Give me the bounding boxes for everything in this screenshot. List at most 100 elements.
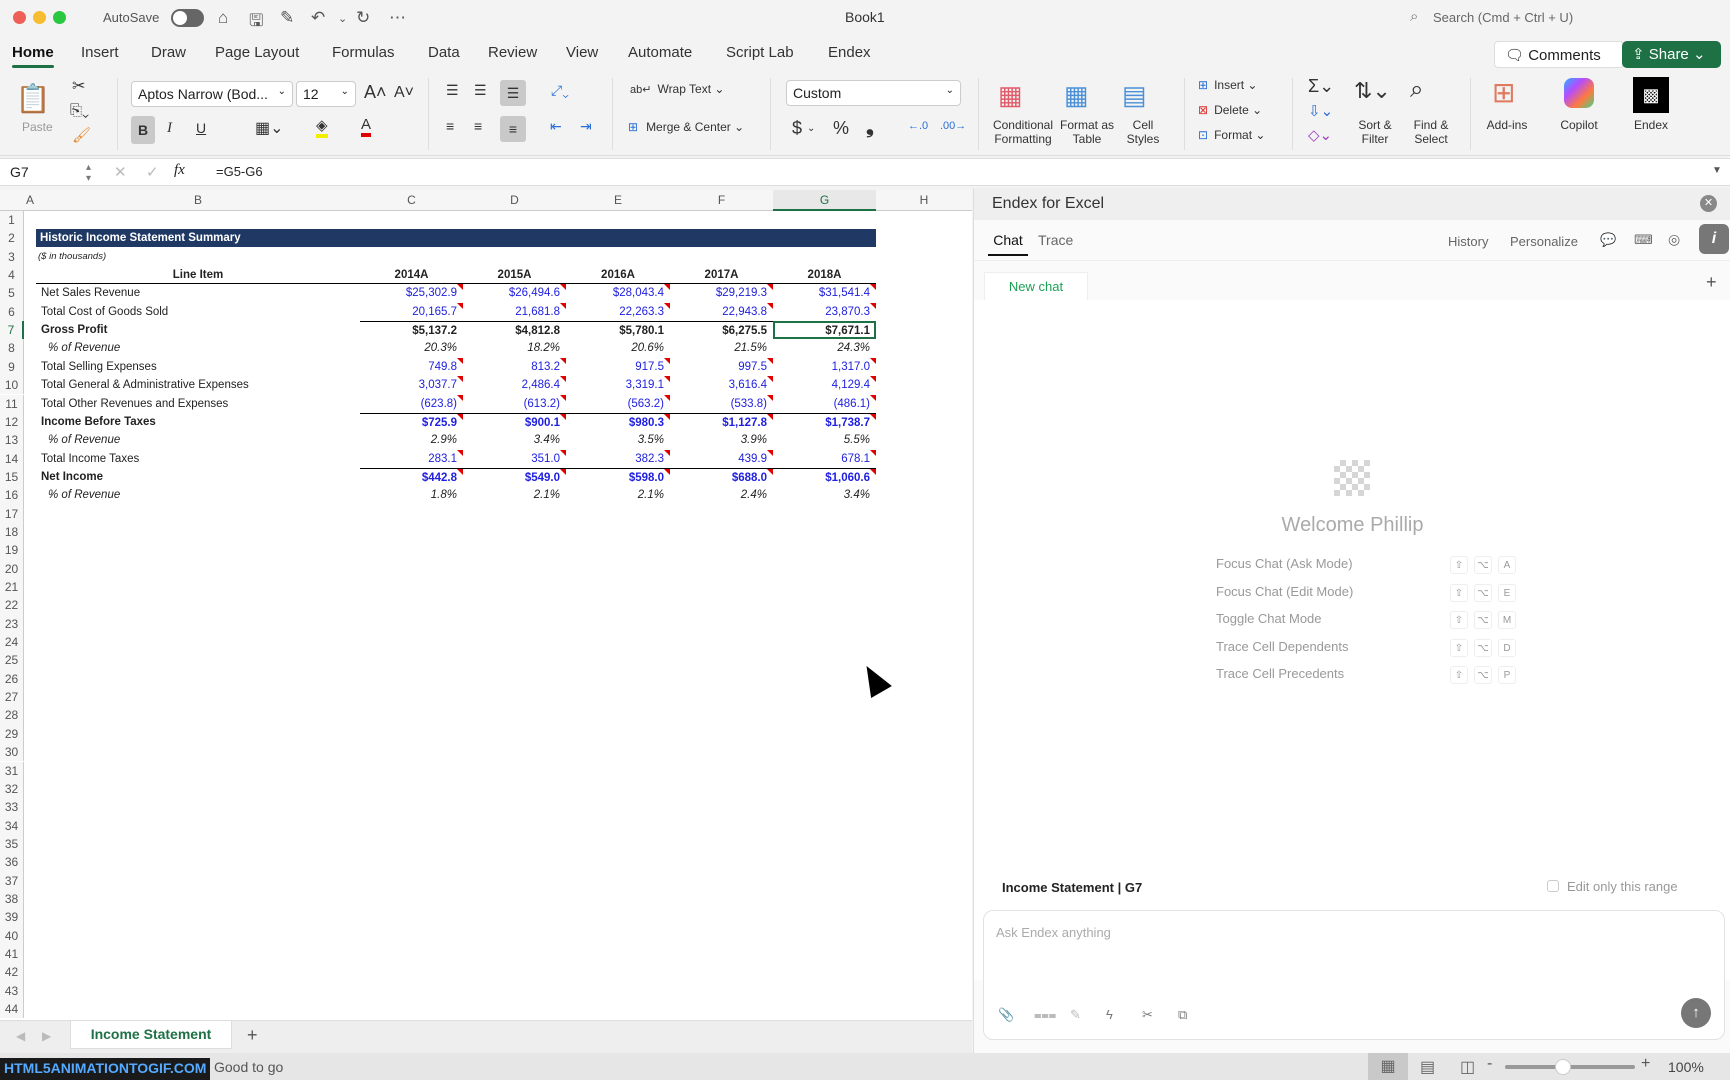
copilot-button[interactable]: Copilot: [1552, 118, 1606, 132]
increase-decimal-icon[interactable]: ←.0: [908, 120, 928, 132]
tab-formulas[interactable]: Formulas: [332, 44, 395, 61]
prev-sheet-icon[interactable]: ◀: [16, 1029, 25, 1043]
row-header-23[interactable]: 23: [0, 614, 24, 634]
table-cell[interactable]: 439.9: [670, 449, 773, 468]
copy-icon[interactable]: ⎘⌄: [70, 102, 89, 119]
row-header-33[interactable]: 33: [0, 798, 24, 817]
format-as-table-icon[interactable]: ▦: [1064, 80, 1089, 111]
table-title[interactable]: Historic Income Statement Summary: [36, 229, 876, 248]
table-cell[interactable]: $6,275.5: [670, 321, 773, 339]
table-cell[interactable]: $980.3: [566, 412, 670, 431]
number-format-select[interactable]: Custom ⌄: [786, 80, 961, 106]
table-cell[interactable]: $31,541.4: [773, 284, 876, 302]
save-as-icon[interactable]: ✎: [280, 8, 294, 28]
endex-icon[interactable]: ▩: [1633, 77, 1669, 113]
table-cell[interactable]: 21.5%: [670, 339, 773, 357]
wrap-text-button[interactable]: ab↵ Wrap Text ⌄: [630, 82, 724, 96]
tab-insert[interactable]: Insert: [81, 44, 119, 61]
table-cell[interactable]: (533.8): [670, 394, 773, 413]
history-button[interactable]: History: [1448, 234, 1488, 249]
formula-input[interactable]: =G5-G6: [216, 164, 263, 179]
row-header-27[interactable]: 27: [0, 688, 24, 707]
row-label[interactable]: Total Cost of Goods Sold: [36, 303, 168, 321]
align-center-icon[interactable]: ≡: [474, 118, 482, 134]
row-header-1[interactable]: 1: [0, 211, 24, 230]
zoom-in-button[interactable]: +: [1641, 1055, 1650, 1073]
table-cell[interactable]: 997.5: [670, 357, 773, 376]
row-header-43[interactable]: 43: [0, 981, 24, 1001]
table-cell[interactable]: 18.2%: [463, 339, 566, 357]
bold-button[interactable]: B: [131, 116, 155, 144]
borders-icon[interactable]: ▦⌄: [255, 118, 284, 138]
paste-icon[interactable]: 📋: [16, 80, 51, 116]
table-cell[interactable]: $28,043.4: [566, 284, 670, 302]
row-label[interactable]: Gross Profit: [36, 321, 107, 339]
decrease-indent-icon[interactable]: ⇤: [550, 118, 562, 135]
clear-icon[interactable]: ◇⌄: [1308, 126, 1332, 144]
font-size-select[interactable]: 12 ⌄: [296, 81, 356, 107]
row-header-3[interactable]: 3: [0, 247, 24, 267]
name-box[interactable]: G7: [10, 164, 29, 180]
cut-icon[interactable]: ✂: [72, 76, 85, 96]
keyboard-icon[interactable]: ⌨: [1634, 232, 1653, 248]
underline-button[interactable]: U: [196, 120, 206, 136]
row-label[interactable]: Total Other Revenues and Expenses: [36, 395, 228, 413]
tools-icon[interactable]: ✂: [1142, 1007, 1153, 1023]
row-label[interactable]: Net Sales Revenue: [36, 284, 140, 302]
row-label[interactable]: % of Revenue: [36, 339, 120, 357]
row-header-41[interactable]: 41: [0, 945, 24, 964]
table-cell[interactable]: $549.0: [463, 467, 566, 486]
function-icon[interactable]: fx: [174, 162, 185, 179]
account-icon[interactable]: ◎: [1668, 231, 1680, 248]
send-button[interactable]: ↑: [1681, 998, 1711, 1028]
page-layout-view-icon[interactable]: ▤: [1420, 1057, 1435, 1077]
tab-data[interactable]: Data: [428, 44, 460, 61]
tab-view[interactable]: View: [566, 44, 598, 61]
row-label[interactable]: % of Revenue: [36, 486, 120, 504]
spreadsheet-grid[interactable]: A B C D E F G H 1 2 3 4 5 6 7 8 9 10 11 12 13 14 15 16 17 18 19 20 2…: [0, 190, 972, 1020]
table-cell[interactable]: 3.9%: [670, 431, 773, 449]
undo-icon[interactable]: ↶: [311, 8, 325, 28]
row-header-31[interactable]: 31: [0, 761, 24, 780]
cell-styles-button[interactable]: Cell Styles: [1118, 118, 1168, 146]
row-label[interactable]: Net Income: [36, 468, 103, 486]
pane-tab-trace[interactable]: Trace: [1038, 232, 1073, 248]
currency-button[interactable]: $ ⌄: [792, 118, 815, 139]
addins-icon[interactable]: ⊞: [1492, 76, 1515, 109]
table-cell[interactable]: $29,219.3: [670, 284, 773, 302]
row-header-20[interactable]: 20: [0, 559, 24, 578]
row-header-25[interactable]: 25: [0, 651, 24, 670]
row-header-13[interactable]: 13: [0, 431, 24, 450]
row-header-8[interactable]: 8: [0, 339, 24, 358]
tab-review[interactable]: Review: [488, 44, 537, 61]
fill-color-icon[interactable]: ◈: [316, 116, 328, 138]
cell-styles-icon[interactable]: ▤: [1122, 80, 1147, 111]
sheet-tab-income-statement[interactable]: Income Statement: [70, 1021, 232, 1049]
format-cells-button[interactable]: ⊡ Format ⌄: [1198, 128, 1265, 142]
redo-icon[interactable]: ↻: [356, 8, 370, 28]
header-year[interactable]: 2016A: [566, 266, 670, 285]
row-header-21[interactable]: 21: [0, 578, 24, 597]
tab-page-layout[interactable]: Page Layout: [215, 44, 299, 61]
table-subtitle[interactable]: ($ in thousands): [38, 248, 106, 266]
table-cell[interactable]: 351.0: [463, 449, 566, 468]
table-cell[interactable]: 1.8%: [360, 486, 463, 504]
more-icon[interactable]: ⋯: [389, 8, 406, 28]
table-cell[interactable]: 2.1%: [566, 486, 670, 504]
row-header-39[interactable]: 39: [0, 908, 24, 927]
row-label[interactable]: Total General & Administrative Expenses: [36, 376, 249, 394]
minimize-window-button[interactable]: [33, 11, 46, 24]
tab-endex[interactable]: Endex: [828, 44, 871, 61]
font-color-icon[interactable]: A: [361, 116, 372, 137]
row-header-44[interactable]: 44: [0, 1000, 24, 1019]
enter-icon[interactable]: ✓: [146, 163, 159, 181]
tab-automate[interactable]: Automate: [628, 44, 692, 61]
next-sheet-icon[interactable]: ▶: [42, 1029, 51, 1043]
header-line-item[interactable]: Line Item: [36, 266, 360, 285]
header-year[interactable]: 2017A: [670, 266, 773, 285]
table-cell[interactable]: 5.5%: [773, 431, 876, 449]
column-header-H[interactable]: H: [876, 190, 972, 211]
table-cell[interactable]: $598.0: [566, 467, 670, 486]
personalize-button[interactable]: Personalize: [1510, 234, 1578, 249]
table-cell[interactable]: $26,494.6: [463, 284, 566, 302]
